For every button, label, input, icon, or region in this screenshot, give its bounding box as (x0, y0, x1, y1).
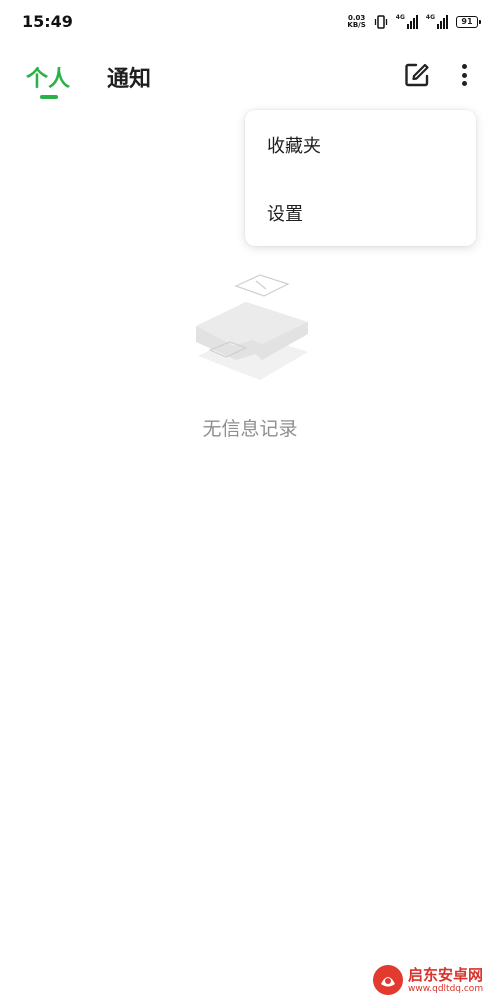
status-time: 15:49 (22, 12, 73, 31)
empty-state-text: 无信息记录 (202, 418, 298, 440)
vibrate-icon (374, 15, 387, 29)
network-speed: 0.03 KB/S (347, 14, 366, 29)
menu-item-favorites[interactable]: 收藏夹 (267, 132, 321, 158)
more-options-icon[interactable] (451, 62, 477, 88)
signal-icon-2: 4G (426, 15, 448, 29)
battery-icon: 91 (456, 16, 481, 28)
signal-icon: 4G (396, 15, 418, 29)
watermark: 启东安卓网 www.qdltdq.com (372, 962, 483, 998)
active-tab-indicator (40, 95, 58, 99)
watermark-logo-icon (373, 965, 403, 995)
tab-notifications[interactable]: 通知 (107, 61, 151, 93)
overflow-menu: 收藏夹 设置 (245, 110, 476, 246)
watermark-url: www.qdltdq.com (408, 983, 484, 994)
status-bar: 15:49 0.03 KB/S 4G 4G 91 (0, 0, 500, 44)
tab-personal[interactable]: 个人 (26, 61, 70, 93)
compose-icon[interactable] (404, 62, 430, 88)
empty-state-illustration-icon (196, 274, 308, 380)
status-icons: 0.03 KB/S 4G 4G 91 (347, 12, 481, 32)
menu-item-settings[interactable]: 设置 (267, 200, 303, 226)
watermark-title: 启东安卓网 (408, 965, 484, 984)
